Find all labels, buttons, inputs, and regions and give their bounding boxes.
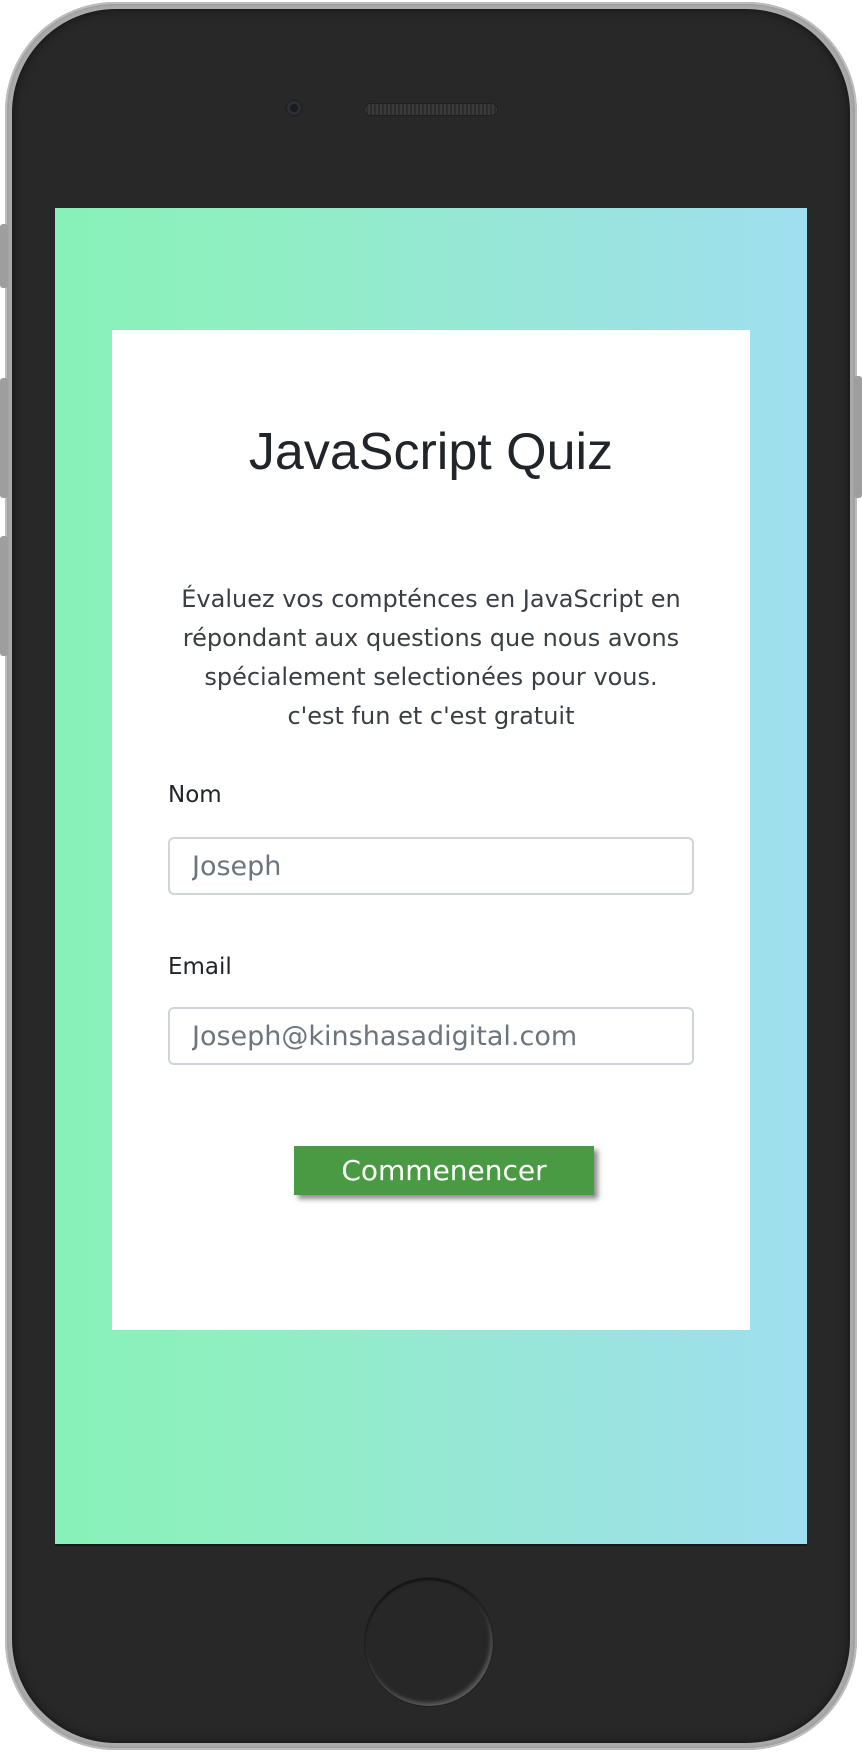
page-title: JavaScript Quiz: [248, 423, 614, 481]
email-input[interactable]: [168, 1007, 694, 1065]
phone-volume-down-button: [0, 536, 8, 656]
description-line: Évaluez vos compténces en JavaScript en: [181, 585, 681, 613]
description-line: c'est fun et c'est gratuit: [287, 702, 575, 730]
quiz-description: Évaluez vos compténces en JavaScript en …: [152, 580, 710, 736]
front-camera-icon: [287, 101, 301, 115]
quiz-card: JavaScript Quiz Évaluez vos compténces e…: [112, 330, 750, 1330]
name-label: Nom: [168, 782, 222, 808]
start-button[interactable]: Commenencer: [294, 1146, 594, 1195]
name-input[interactable]: [168, 837, 694, 895]
phone-power-button: [854, 376, 862, 498]
description-line: spécialement selectionées pour vous.: [204, 663, 658, 691]
home-button[interactable]: [365, 1578, 493, 1706]
phone-silent-switch: [0, 224, 8, 288]
email-label: Email: [168, 954, 232, 980]
description-line: répondant aux questions que nous avons: [182, 624, 680, 652]
earpiece-speaker: [364, 103, 498, 116]
phone-volume-up-button: [0, 378, 8, 498]
app-screen: JavaScript Quiz Évaluez vos compténces e…: [55, 208, 807, 1546]
